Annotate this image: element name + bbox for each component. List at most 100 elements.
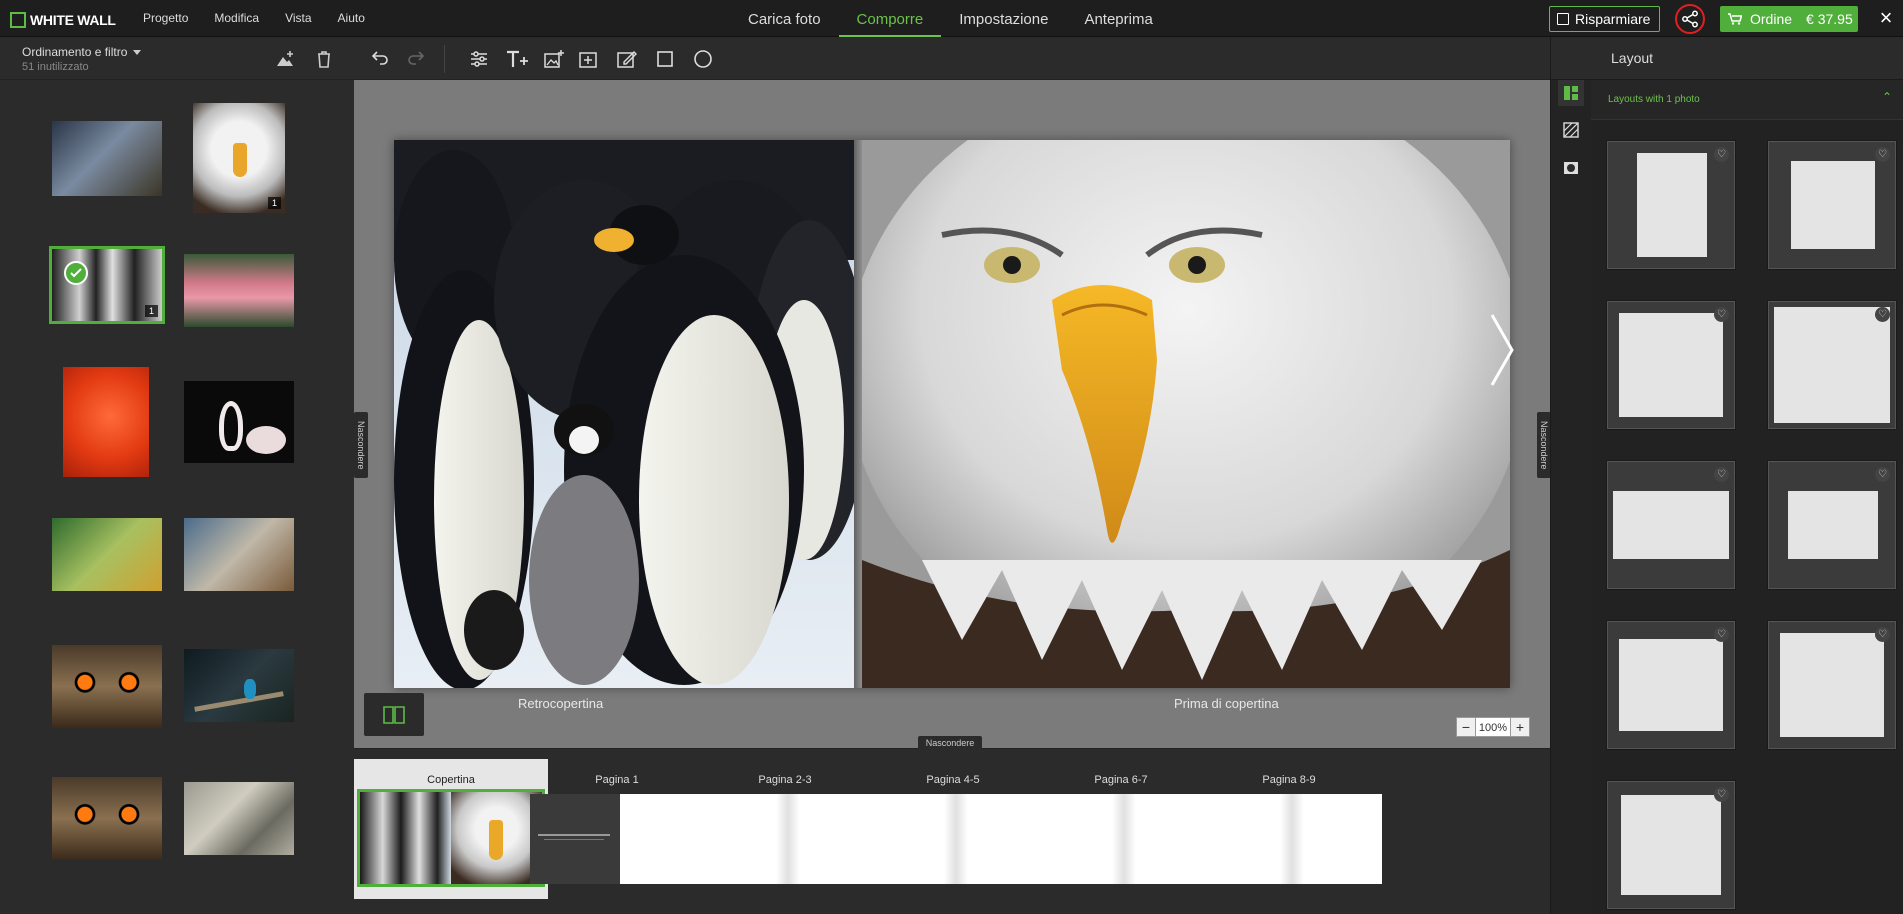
menu-vista[interactable]: Vista [285, 11, 311, 25]
back-cover-label: Retrocopertina [518, 696, 604, 711]
page-label: Pagina 6-7 [1094, 774, 1148, 786]
layout-option[interactable]: ♡ [1606, 300, 1736, 430]
photo-thumb-eagle[interactable]: 1 [193, 103, 285, 213]
layout-option[interactable]: ♡ [1606, 460, 1736, 590]
layout-option[interactable]: ♡ [1767, 460, 1897, 590]
page-thumb-cover[interactable]: Copertina [354, 759, 548, 899]
gutter-shadow [1280, 794, 1304, 884]
layout-option[interactable]: ♡ [1606, 620, 1736, 750]
tab-comporre[interactable]: Comporre [838, 0, 942, 37]
photo-thumb-flamingo-red[interactable] [63, 367, 149, 477]
page-label: Pagina 1 [595, 774, 639, 786]
eagle-photo[interactable] [862, 140, 1510, 688]
circle-icon[interactable] [692, 48, 714, 70]
page-2-3-thumb-image [698, 794, 878, 884]
gutter-shadow [776, 794, 800, 884]
sort-filter-dropdown[interactable]: Ordinamento e filtro 51 inutilizzato [22, 45, 142, 73]
tab-carica-foto[interactable]: Carica foto [730, 0, 839, 37]
photo-thumb-penguins[interactable]: 1 [49, 246, 165, 324]
tab-anteprima[interactable]: Anteprima [1066, 0, 1170, 37]
mask-icon [1564, 162, 1578, 174]
layout-option[interactable]: ♡ [1767, 300, 1897, 430]
tab-impostazione[interactable]: Impostazione [941, 0, 1066, 37]
photo-thumb-owl-2[interactable] [52, 777, 162, 860]
page-4-5-thumb-image [866, 794, 1046, 884]
hide-left-panel-tab[interactable]: Nascondere [354, 412, 368, 478]
background-pattern-icon [1563, 122, 1579, 138]
heart-icon[interactable]: ♡ [1714, 307, 1729, 322]
logo-text: WHITE WALL [30, 12, 116, 28]
toolbar-divider [444, 45, 445, 73]
penguin-photo[interactable] [394, 140, 854, 688]
page-label: Pagina 4-5 [926, 774, 980, 786]
trash-icon[interactable] [314, 49, 334, 69]
page-label: Pagina 2-3 [758, 774, 812, 786]
zoom-in-button[interactable]: + [1510, 717, 1530, 737]
layout-option[interactable]: ♡ [1606, 140, 1736, 270]
menu-progetto[interactable]: Progetto [143, 11, 188, 25]
book-icon [383, 706, 405, 724]
page-thumb-2-3[interactable]: Pagina 2-3 [688, 759, 882, 899]
add-photo-icon[interactable] [275, 49, 295, 69]
layout-photo-slot [1788, 491, 1878, 559]
layout-section-header[interactable]: Layouts with 1 photo ⌃ [1591, 80, 1903, 120]
page-thumb-1[interactable]: Pagina 1 [520, 759, 714, 899]
front-cover-label: Prima di copertina [1174, 696, 1279, 711]
masks-tab[interactable] [1558, 155, 1584, 181]
share-button[interactable] [1675, 4, 1705, 34]
heart-icon[interactable]: ♡ [1714, 467, 1729, 482]
add-image-icon[interactable] [543, 48, 565, 70]
hide-strip-tab[interactable]: Nascondere [918, 736, 982, 750]
order-label: Ordine [1750, 11, 1793, 27]
layout-option[interactable]: ♡ [1767, 140, 1897, 270]
zoom-out-button[interactable]: − [1456, 717, 1476, 737]
usage-badge: 1 [144, 305, 158, 317]
cover-spread[interactable] [394, 140, 1510, 688]
menu-modifica[interactable]: Modifica [214, 11, 259, 25]
hide-right-panel-tab[interactable]: Nascondere [1537, 412, 1551, 478]
heart-icon[interactable]: ♡ [1714, 147, 1729, 162]
edit-frame-icon[interactable] [616, 48, 638, 70]
save-button[interactable]: Risparmiare [1549, 6, 1660, 32]
flamingo-neck-shape [219, 401, 243, 451]
page-thumb-8-9[interactable]: Pagina 8-9 [1192, 759, 1386, 899]
add-frame-icon[interactable] [578, 48, 600, 70]
close-icon[interactable]: × [1874, 6, 1898, 30]
redo-icon[interactable] [406, 48, 428, 70]
photo-thumb-kingfisher[interactable] [184, 649, 294, 722]
page-thumb-6-7[interactable]: Pagina 6-7 [1024, 759, 1218, 899]
heart-icon[interactable]: ♡ [1714, 627, 1729, 642]
layouts-tab[interactable] [1558, 80, 1584, 106]
photo-thumb-flamingo-white[interactable] [184, 381, 294, 463]
heart-icon[interactable]: ♡ [1875, 307, 1890, 322]
backgrounds-tab[interactable] [1558, 117, 1584, 143]
usage-badge: 1 [267, 197, 281, 209]
branch-shape [194, 691, 284, 712]
rectangle-icon[interactable] [654, 48, 676, 70]
photo-thumb-hawk[interactable] [52, 121, 162, 196]
layout-list: Layouts with 1 photo ⌃ ♡ ♡ ♡ ♡ ♡ ♡ ♡ ♡ ♡ [1591, 80, 1903, 914]
heart-icon[interactable]: ♡ [1875, 627, 1890, 642]
next-page-arrow-icon[interactable] [1487, 310, 1517, 390]
layout-option[interactable]: ♡ [1767, 620, 1897, 750]
adjust-icon[interactable] [468, 48, 490, 70]
heart-icon[interactable]: ♡ [1875, 467, 1890, 482]
menu-aiuto[interactable]: Aiuto [338, 11, 365, 25]
photo-thumb-waxwing[interactable] [184, 518, 294, 591]
zoom-value[interactable]: 100% [1476, 717, 1510, 737]
photo-thumb-owl-tree[interactable] [184, 782, 294, 855]
layout-panel-rail [1551, 80, 1591, 914]
text-line [544, 839, 604, 840]
photo-thumb-owl[interactable] [52, 645, 162, 728]
page-thumb-4-5[interactable]: Pagina 4-5 [856, 759, 1050, 899]
order-button[interactable]: Ordine € 37.95 [1720, 6, 1858, 32]
layout-option[interactable]: ♡ [1606, 780, 1736, 910]
undo-icon[interactable] [368, 48, 390, 70]
book-view-button[interactable] [364, 693, 424, 736]
photo-thumb-flamingos[interactable] [184, 254, 294, 327]
heart-icon[interactable]: ♡ [1714, 787, 1729, 802]
photo-thumb-bird-branch[interactable] [52, 518, 162, 591]
add-text-icon[interactable] [504, 48, 532, 70]
heart-icon[interactable]: ♡ [1875, 147, 1890, 162]
eagle-beak-shape [489, 820, 503, 860]
